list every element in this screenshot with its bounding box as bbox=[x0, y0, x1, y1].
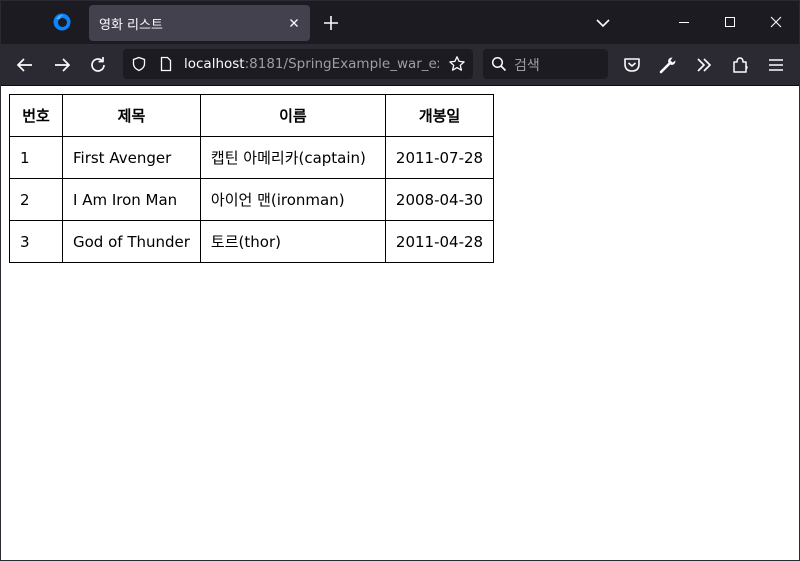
url-host: localhost bbox=[184, 56, 245, 72]
wrench-icon[interactable] bbox=[657, 54, 679, 76]
movie-table: 번호 제목 이름 개봉일 1 First Avenger 캡틴 아메리카(cap… bbox=[9, 94, 495, 263]
search-icon bbox=[491, 56, 507, 72]
close-icon bbox=[770, 16, 782, 28]
cell-title: God of Thunder bbox=[62, 220, 201, 263]
cell-release-date: 2008-04-30 bbox=[384, 178, 495, 221]
cell-release-date: 2011-07-28 bbox=[384, 136, 495, 179]
table-header-row: 번호 제목 이름 개봉일 bbox=[9, 94, 495, 137]
tab-strip: 영화 리스트 bbox=[1, 1, 799, 44]
tab-title: 영화 리스트 bbox=[99, 18, 163, 33]
cell-number: 3 bbox=[9, 220, 63, 263]
cell-release-date: 2011-04-28 bbox=[384, 220, 495, 263]
arrow-right-icon[interactable] bbox=[51, 54, 73, 76]
double-chevron-icon[interactable] bbox=[693, 54, 715, 76]
page-icon[interactable] bbox=[158, 56, 174, 72]
plus-icon[interactable] bbox=[321, 13, 341, 33]
column-header-name: 이름 bbox=[199, 94, 386, 137]
table-row: 1 First Avenger 캡틴 아메리카(captain) 2011-07… bbox=[9, 136, 495, 179]
cell-title: I Am Iron Man bbox=[62, 178, 201, 221]
maximize-button[interactable] bbox=[707, 1, 753, 44]
search-input[interactable]: 검색 bbox=[514, 55, 540, 75]
cell-name: 아이언 맨(ironman) bbox=[199, 178, 386, 221]
window-close-button[interactable] bbox=[753, 1, 799, 44]
firefox-logo-icon bbox=[53, 13, 71, 31]
cell-number: 2 bbox=[9, 178, 63, 221]
table-row: 2 I Am Iron Man 아이언 맨(ironman) 2008-04-3… bbox=[9, 178, 495, 221]
nav-toolbar: localhost:8181/SpringExample_war_explode… bbox=[1, 44, 799, 86]
cell-name: 토르(thor) bbox=[199, 220, 386, 263]
search-bar[interactable]: 검색 bbox=[483, 49, 608, 79]
tab-movie-list[interactable]: 영화 리스트 bbox=[89, 5, 310, 41]
pocket-icon[interactable] bbox=[621, 54, 643, 76]
minimize-icon bbox=[679, 22, 689, 23]
cell-title: First Avenger bbox=[62, 136, 201, 179]
reload-icon[interactable] bbox=[87, 54, 109, 76]
star-icon[interactable] bbox=[448, 55, 466, 73]
minimize-button[interactable] bbox=[661, 1, 707, 44]
url-text[interactable]: localhost:8181/SpringExample_war_explode… bbox=[184, 56, 439, 72]
cell-number: 1 bbox=[9, 136, 63, 179]
maximize-icon bbox=[725, 17, 735, 27]
url-path: :8181/SpringExample_war_exploded/movie/l… bbox=[244, 56, 439, 72]
hamburger-menu-icon[interactable] bbox=[765, 54, 787, 76]
page-content: 번호 제목 이름 개봉일 1 First Avenger 캡틴 아메리카(cap… bbox=[1, 86, 799, 560]
column-header-number: 번호 bbox=[9, 94, 63, 137]
browser-window: 영화 리스트 localhost:8181/SpringExample_war_… bbox=[0, 0, 800, 561]
arrow-left-icon[interactable] bbox=[14, 54, 36, 76]
column-header-release-date: 개봉일 bbox=[384, 94, 495, 137]
close-icon[interactable] bbox=[286, 15, 302, 31]
column-header-title: 제목 bbox=[62, 94, 201, 137]
chevron-down-icon[interactable] bbox=[593, 13, 613, 33]
puzzle-icon[interactable] bbox=[729, 54, 751, 76]
shield-icon[interactable] bbox=[131, 56, 147, 72]
table-row: 3 God of Thunder 토르(thor) 2011-04-28 bbox=[9, 220, 495, 263]
cell-name: 캡틴 아메리카(captain) bbox=[199, 136, 386, 179]
url-bar[interactable]: localhost:8181/SpringExample_war_explode… bbox=[123, 49, 473, 79]
